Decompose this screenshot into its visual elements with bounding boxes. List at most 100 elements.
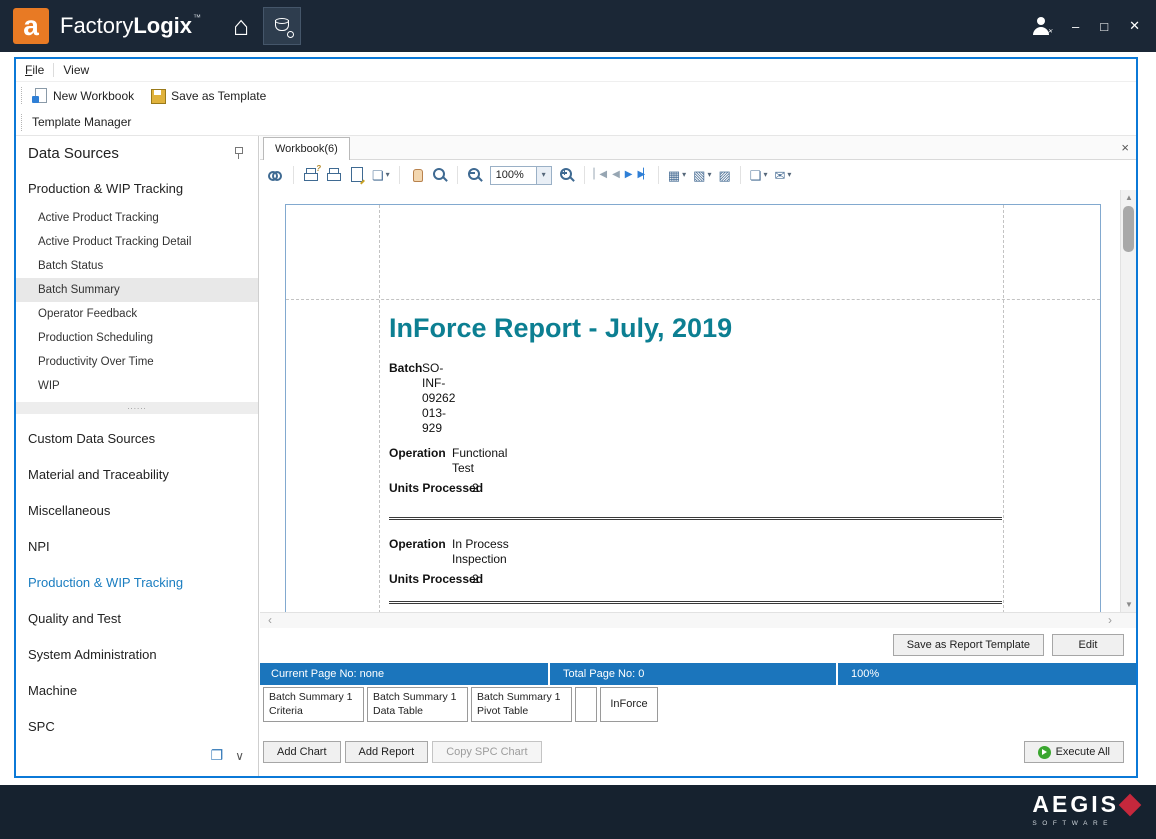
- export-options-button[interactable]: ❏▾: [372, 169, 390, 182]
- menu-view[interactable]: View: [54, 63, 98, 77]
- sheet-tab-criteria[interactable]: Batch Summary 1 Criteria: [263, 687, 364, 722]
- app-window: a FactoryLogix™ ⌂ – □ ✕ File View New Wo…: [0, 0, 1156, 839]
- next-page-icon: ▶: [625, 170, 631, 180]
- magnifier-button[interactable]: [432, 167, 448, 183]
- page-setup-button[interactable]: [349, 167, 365, 183]
- panels-icon[interactable]: ❐: [211, 747, 224, 764]
- multipage-button[interactable]: ▦▾: [668, 169, 686, 182]
- maximize-button[interactable]: □: [1100, 19, 1108, 34]
- save-as-report-template-button[interactable]: Save as Report Template: [893, 634, 1044, 656]
- close-button[interactable]: ✕: [1129, 18, 1140, 34]
- report-page: InForce Report - July, 2019 Batch SO- IN…: [285, 204, 1101, 612]
- app-logo-letter: a: [23, 10, 39, 42]
- first-page-button[interactable]: ▏◀: [594, 170, 605, 180]
- sheet-tab-line1: InForce: [610, 697, 647, 712]
- workbook-tab[interactable]: Workbook(6): [263, 137, 350, 160]
- scroll-up-icon[interactable]: ▲: [1121, 190, 1136, 205]
- print-button[interactable]: [326, 167, 342, 183]
- menu-file[interactable]: File: [16, 63, 53, 77]
- plus-sign: [562, 172, 567, 174]
- sidebar-group-title[interactable]: Production & WIP Tracking: [16, 173, 258, 203]
- zoom-combobox[interactable]: 100% ▾: [490, 166, 552, 185]
- zoom-out-button[interactable]: [467, 167, 483, 183]
- category-spc[interactable]: SPC: [16, 708, 258, 744]
- page-color-button[interactable]: ▧▾: [693, 169, 711, 182]
- new-workbook-icon: [32, 88, 48, 104]
- workbook-close-icon[interactable]: ×: [1121, 140, 1129, 155]
- scroll-left-icon[interactable]: ‹: [262, 613, 278, 629]
- vertical-scroll-thumb[interactable]: [1123, 206, 1134, 252]
- find-button[interactable]: [268, 167, 284, 183]
- category-npi[interactable]: NPI: [16, 528, 258, 564]
- sheet-tab-empty[interactable]: [575, 687, 597, 722]
- sheet-tab-pivot-table[interactable]: Batch Summary 1 Pivot Table: [471, 687, 572, 722]
- toolbar-grip: [21, 87, 25, 104]
- user-logout-icon[interactable]: [1031, 17, 1051, 35]
- next-page-button[interactable]: ▶: [625, 170, 631, 180]
- save-as-template-button[interactable]: Save as Template: [150, 88, 266, 104]
- scroll-right-icon[interactable]: ›: [1102, 613, 1118, 629]
- units-processed-value: 2: [472, 481, 479, 496]
- template-manager-button[interactable]: Template Manager: [32, 115, 131, 129]
- last-page-button[interactable]: ▶▏: [637, 170, 648, 180]
- titlebar: a FactoryLogix™ ⌂ – □ ✕: [0, 0, 1156, 52]
- sidebar-item-wip[interactable]: WIP: [16, 374, 258, 398]
- category-custom-data-sources[interactable]: Custom Data Sources: [16, 420, 258, 456]
- sheet-tab-inforce[interactable]: InForce: [600, 687, 658, 722]
- category-system-administration[interactable]: System Administration: [16, 636, 258, 672]
- print-options-button[interactable]: [303, 167, 319, 183]
- sidebar-item-batch-summary[interactable]: Batch Summary: [16, 278, 258, 302]
- new-workbook-button[interactable]: New Workbook: [32, 88, 134, 104]
- toolbar-separator: [293, 166, 294, 184]
- report-actions-row: Save as Report Template Edit: [893, 634, 1124, 658]
- batch-value-line: 09262: [422, 391, 455, 406]
- sidebar-item-productivity-over-time[interactable]: Productivity Over Time: [16, 350, 258, 374]
- previous-page-button[interactable]: ◀: [612, 170, 618, 180]
- database-search-icon: [274, 18, 291, 35]
- category-machine[interactable]: Machine: [16, 672, 258, 708]
- sheet-tab-data-table[interactable]: Batch Summary 1 Data Table: [367, 687, 468, 722]
- email-button[interactable]: ✉▾: [774, 169, 791, 182]
- pin-icon[interactable]: [232, 147, 244, 160]
- watermark-button[interactable]: ▨: [718, 169, 730, 182]
- vertical-scrollbar[interactable]: ▲ ▼: [1120, 190, 1136, 612]
- sidebar-item-operator-feedback[interactable]: Operator Feedback: [16, 302, 258, 326]
- horizontal-scrollbar[interactable]: ‹ ›: [260, 612, 1136, 628]
- dropdown-caret-icon: ▾: [386, 171, 390, 179]
- binoculars-icon: [268, 167, 284, 183]
- add-chart-button[interactable]: Add Chart: [263, 741, 341, 763]
- sidebar-item-active-product-tracking[interactable]: Active Product Tracking: [16, 206, 258, 230]
- sidebar-item-batch-status[interactable]: Batch Status: [16, 254, 258, 278]
- toolbar-separator: [399, 166, 400, 184]
- app-logo: a: [13, 8, 49, 44]
- add-report-button[interactable]: Add Report: [345, 741, 429, 763]
- edit-button[interactable]: Edit: [1052, 634, 1124, 656]
- zoom-in-button[interactable]: [559, 167, 575, 183]
- category-material-and-traceability[interactable]: Material and Traceability: [16, 456, 258, 492]
- scroll-down-icon[interactable]: ▼: [1121, 597, 1136, 612]
- zoom-dropdown-icon[interactable]: ▾: [536, 167, 551, 184]
- category-production-wip-tracking[interactable]: Production & WIP Tracking: [16, 564, 258, 600]
- menubar: File View: [16, 59, 1136, 82]
- sidebar-item-active-product-tracking-detail[interactable]: Active Product Tracking Detail: [16, 230, 258, 254]
- category-miscellaneous[interactable]: Miscellaneous: [16, 492, 258, 528]
- hand-tool-button[interactable]: [409, 167, 425, 183]
- execute-all-button[interactable]: Execute All: [1024, 741, 1124, 763]
- dropdown-caret-icon: ▾: [682, 171, 686, 179]
- template-manager-label: Template Manager: [32, 115, 131, 129]
- margin-guide-right: [1003, 205, 1004, 612]
- chevron-down-icon[interactable]: ∨: [235, 749, 244, 763]
- sidebar-splitter[interactable]: ......: [16, 402, 258, 414]
- new-workbook-label: New Workbook: [53, 89, 134, 103]
- sidebar-item-production-scheduling[interactable]: Production Scheduling: [16, 326, 258, 350]
- category-quality-and-test[interactable]: Quality and Test: [16, 600, 258, 636]
- aegis-diamond-icon: [1119, 793, 1142, 816]
- data-explorer-button[interactable]: [263, 7, 301, 45]
- minimize-button[interactable]: –: [1072, 19, 1079, 34]
- operation-label: Operation: [389, 537, 446, 551]
- report-title: InForce Report - July, 2019: [389, 313, 732, 344]
- page-setup-icon: [349, 167, 365, 183]
- toolbar-template: Template Manager: [16, 109, 1136, 136]
- home-icon[interactable]: ⌂: [233, 13, 249, 40]
- export-document-button[interactable]: ❏▾: [750, 169, 768, 182]
